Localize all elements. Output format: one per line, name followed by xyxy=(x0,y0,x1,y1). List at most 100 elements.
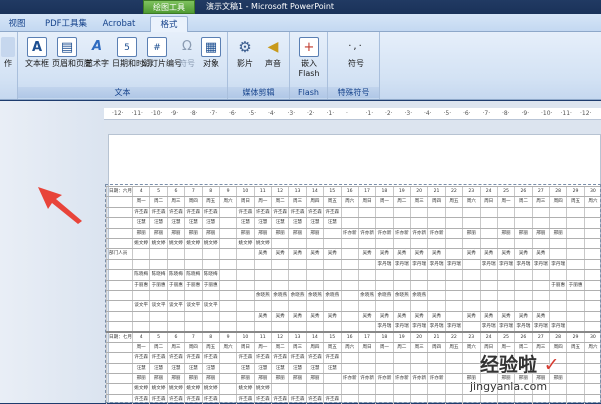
table-cell[interactable]: 汪慧 xyxy=(201,218,219,228)
table-cell[interactable] xyxy=(410,280,427,290)
table-cell[interactable] xyxy=(236,301,253,311)
table-cell[interactable] xyxy=(106,228,132,238)
table-cell[interactable]: 许丕森 xyxy=(323,353,340,363)
table-cell[interactable]: 谈文平 xyxy=(184,301,201,311)
table-cell[interactable] xyxy=(410,270,427,280)
table-cell[interactable]: 9 xyxy=(218,187,236,197)
table-cell[interactable] xyxy=(427,280,444,290)
table-cell[interactable]: 14 xyxy=(305,187,323,197)
table-cell[interactable]: 5 xyxy=(149,187,166,197)
table-cell[interactable]: 余晓燕 xyxy=(271,290,288,301)
table-cell[interactable] xyxy=(531,290,549,301)
table-cell[interactable] xyxy=(549,301,566,311)
table-cell[interactable]: 邢丽 xyxy=(271,374,288,384)
table-cell[interactable]: 周三 xyxy=(166,342,184,353)
table-cell[interactable]: 吴秀 xyxy=(323,311,340,322)
table-cell[interactable]: 周六 xyxy=(218,197,236,207)
table-cell[interactable]: 周五 xyxy=(201,342,219,353)
table-cell[interactable]: 吴秀 xyxy=(427,311,444,322)
table-cell[interactable] xyxy=(218,238,236,249)
table-cell[interactable] xyxy=(566,270,583,280)
table-cell[interactable] xyxy=(583,238,601,249)
table-cell[interactable]: 周一 xyxy=(375,197,392,207)
table-cell[interactable] xyxy=(236,249,253,259)
table-cell[interactable]: 汪慧 xyxy=(253,363,271,374)
table-cell[interactable]: 邢丽 xyxy=(132,374,149,384)
table-cell[interactable] xyxy=(566,207,583,218)
table-cell[interactable]: 11 xyxy=(253,333,271,342)
table-cell[interactable]: 许亦新 xyxy=(410,374,427,384)
table-cell[interactable]: 周六 xyxy=(583,342,601,353)
table-cell[interactable]: 周三 xyxy=(531,197,549,207)
table-cell[interactable]: 13 xyxy=(288,187,305,197)
table-cell[interactable]: 汪慧 xyxy=(166,218,184,228)
table-cell[interactable] xyxy=(106,280,132,290)
table-cell[interactable] xyxy=(496,301,514,311)
table-cell[interactable]: 邢丽 xyxy=(305,228,323,238)
table-cell[interactable] xyxy=(201,290,219,301)
table-cell[interactable] xyxy=(340,249,358,259)
table-cell[interactable] xyxy=(462,259,479,270)
table-cell[interactable]: 22 xyxy=(444,333,462,342)
table-cell[interactable]: 李丹瑞 xyxy=(549,259,566,270)
tab-view[interactable]: 视图 xyxy=(6,16,28,32)
table-cell[interactable] xyxy=(218,353,236,363)
table-cell[interactable]: 23 xyxy=(462,187,479,197)
table-cell[interactable] xyxy=(462,280,479,290)
table-cell[interactable]: 吴秀 xyxy=(288,311,305,322)
table-cell[interactable]: 22 xyxy=(444,187,462,197)
table-cell[interactable]: 12 xyxy=(271,187,288,197)
table-cell[interactable]: 周四 xyxy=(427,197,444,207)
table-cell[interactable]: 邢丽 xyxy=(166,374,184,384)
table-cell[interactable]: 汪慧 xyxy=(323,218,340,228)
table-cell[interactable] xyxy=(531,301,549,311)
table-cell[interactable]: 吴秀 xyxy=(271,311,288,322)
table-cell[interactable]: 14 xyxy=(305,333,323,342)
table-cell[interactable]: 姚文婷 xyxy=(132,238,149,249)
table-cell[interactable] xyxy=(444,353,462,363)
table-cell[interactable] xyxy=(479,270,497,280)
table-cell[interactable] xyxy=(375,238,392,249)
table-cell[interactable] xyxy=(357,280,375,290)
table-cell[interactable]: 许亦新 xyxy=(357,374,375,384)
table-cell[interactable]: 邢丽 xyxy=(288,374,305,384)
table-cell[interactable]: 谈文平 xyxy=(149,301,166,311)
table-cell[interactable]: 21 xyxy=(427,333,444,342)
table-cell[interactable]: 11 xyxy=(253,187,271,197)
table-cell[interactable] xyxy=(566,259,583,270)
table-cell[interactable]: 许亦新 xyxy=(340,374,358,384)
table-cell[interactable] xyxy=(184,259,201,270)
table-cell[interactable] xyxy=(496,218,514,228)
table-cell[interactable]: 18 xyxy=(375,187,392,197)
table-cell[interactable] xyxy=(444,374,462,384)
table-cell[interactable]: 汪慧 xyxy=(323,363,340,374)
table-cell[interactable]: 15 xyxy=(323,187,340,197)
table-cell[interactable]: 李丹瑞 xyxy=(496,322,514,332)
table-cell[interactable] xyxy=(236,280,253,290)
table-cell[interactable]: 姚文婷 xyxy=(201,238,219,249)
table-cell[interactable] xyxy=(479,290,497,301)
table-cell[interactable]: 邢丽 xyxy=(236,374,253,384)
table-cell[interactable]: 李丹瑞 xyxy=(444,322,462,332)
table-cell[interactable] xyxy=(583,290,601,301)
table-cell[interactable]: 许丕森 xyxy=(184,207,201,218)
table-cell[interactable]: 邢丽 xyxy=(149,374,166,384)
table-cell[interactable] xyxy=(253,270,271,280)
table-cell[interactable] xyxy=(583,207,601,218)
table-cell[interactable]: 姚文婷 xyxy=(253,384,271,394)
table-cell[interactable]: 吴秀 xyxy=(496,311,514,322)
table-cell[interactable] xyxy=(340,353,358,363)
table-cell[interactable]: 吴秀 xyxy=(357,311,375,322)
table-cell[interactable]: 许丕森 xyxy=(201,353,219,363)
table-cell[interactable]: 汪慧 xyxy=(253,218,271,228)
table-cell[interactable] xyxy=(253,322,271,332)
table-cell[interactable]: 周二 xyxy=(392,197,410,207)
table-cell[interactable]: 周六 xyxy=(462,197,479,207)
table-cell[interactable] xyxy=(323,270,340,280)
table-cell[interactable]: 20 xyxy=(410,187,427,197)
table-cell[interactable]: 李丹瑞 xyxy=(444,259,462,270)
table-cell[interactable] xyxy=(566,249,583,259)
table-cell[interactable] xyxy=(444,384,462,394)
table-cell[interactable] xyxy=(583,228,601,238)
table-cell[interactable]: 汪慧 xyxy=(132,363,149,374)
